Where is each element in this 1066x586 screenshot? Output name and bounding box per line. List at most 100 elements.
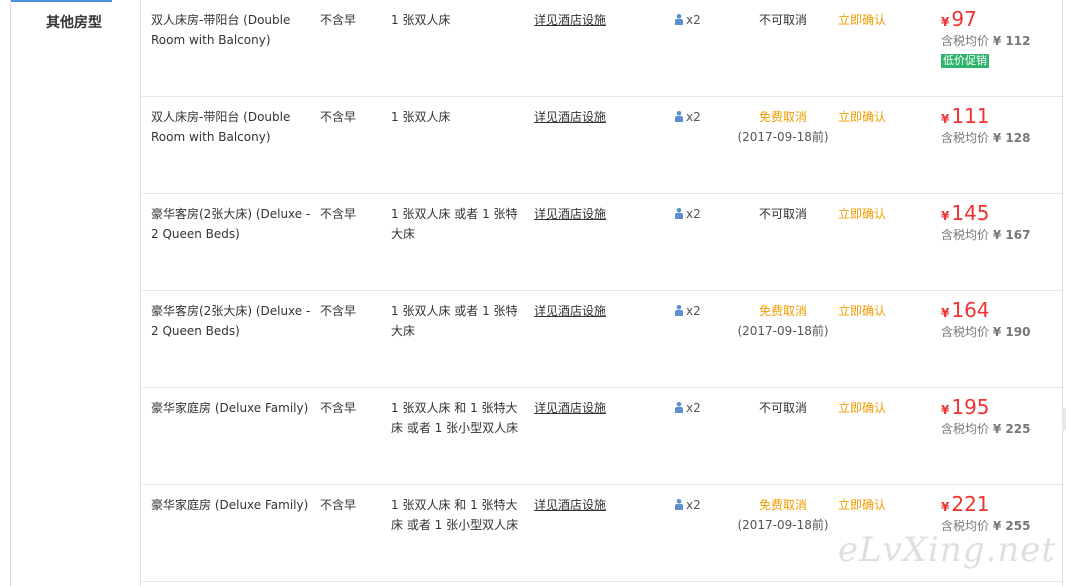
price-block: ¥221 含税均价 ¥ 255 <box>941 491 1059 535</box>
hotel-facilities-link[interactable]: 详见酒店设施 <box>534 401 606 415</box>
hotel-facilities-link[interactable]: 详见酒店设施 <box>534 304 606 318</box>
instant-confirm: 立即确认 <box>838 401 887 415</box>
cancel-status: 免费取消 <box>758 498 807 512</box>
occupancy: x2 <box>675 107 701 127</box>
top-accent-bar <box>10 0 112 2</box>
price-block: ¥97 含税均价 ¥ 112 低价促销 <box>941 6 1059 70</box>
currency-symbol: ¥ <box>941 306 950 320</box>
occupancy-count: x2 <box>686 401 701 415</box>
price-block: ¥164 含税均价 ¥ 190 <box>941 297 1059 341</box>
bed-type: 1 张双人床 <box>391 110 451 124</box>
watermark: eLvXing.net <box>837 530 1056 570</box>
occupancy-count: x2 <box>686 110 701 124</box>
cancel-policy: 不可取消 <box>731 398 835 418</box>
room-name: 豪华客房(2张大床) (Deluxe - 2 Queen Beds) <box>151 304 311 338</box>
instant-confirm: 立即确认 <box>838 304 887 318</box>
currency-symbol: ¥ <box>941 500 950 514</box>
cancel-policy: 免费取消 (2017-09-18前) <box>731 107 835 147</box>
cancel-policy: 不可取消 <box>731 204 835 224</box>
cancel-deadline: (2017-09-18前) <box>737 130 829 144</box>
person-icon <box>675 402 683 413</box>
hotel-facilities-link[interactable]: 详见酒店设施 <box>534 498 606 512</box>
cancel-policy: 不可取消 <box>731 10 835 30</box>
room-name: 豪华家庭房 (Deluxe Family) <box>151 401 309 415</box>
currency-symbol: ¥ <box>941 403 950 417</box>
bed-type: 1 张双人床 <box>391 13 451 27</box>
facility-cell: 详见酒店设施 <box>534 10 606 30</box>
room-category-label: 其他房型 <box>46 15 102 31</box>
currency-symbol: ¥ <box>941 209 950 223</box>
tax-inclusive-price: 含税均价 ¥ 167 <box>941 228 1031 242</box>
scrollbar-thumb[interactable] <box>1062 408 1066 430</box>
room-name: 豪华家庭房 (Deluxe Family) <box>151 498 309 512</box>
occupancy-count: x2 <box>686 304 701 318</box>
price-amount: 195 <box>951 395 990 419</box>
tax-inclusive-price: 含税均价 ¥ 112 <box>941 34 1031 48</box>
person-icon <box>675 208 683 219</box>
breakfast-info: 不含早 <box>320 304 357 318</box>
price-amount: 97 <box>951 7 977 31</box>
bed-type: 1 张双人床 或者 1 张特大床 <box>391 207 518 241</box>
occupancy: x2 <box>675 398 701 418</box>
breakfast-info: 不含早 <box>320 110 357 124</box>
bed-type: 1 张双人床 或者 1 张特大床 <box>391 304 518 338</box>
occupancy: x2 <box>675 495 701 515</box>
bed-type: 1 张双人床 和 1 张特大床 或者 1 张小型双人床 <box>391 498 519 532</box>
hotel-facilities-link[interactable]: 详见酒店设施 <box>534 13 606 27</box>
room-row: 豪华客房(2张大床) (Deluxe - 2 Queen Beds) 不含早 1… <box>141 291 1062 388</box>
price-block: ¥111 含税均价 ¥ 128 <box>941 103 1059 147</box>
price-amount: 221 <box>951 492 990 516</box>
instant-confirm: 立即确认 <box>838 110 887 124</box>
breakfast-info: 不含早 <box>320 401 357 415</box>
cancel-deadline: (2017-09-18前) <box>737 518 829 532</box>
cancel-policy: 免费取消 (2017-09-18前) <box>731 495 835 535</box>
person-icon <box>675 305 683 316</box>
breakfast-info: 不含早 <box>320 207 357 221</box>
person-icon <box>675 14 683 25</box>
room-row: 豪华家庭房 (Deluxe Family) 不含早 1 张双人床 和 1 张特大… <box>141 388 1062 485</box>
instant-confirm: 立即确认 <box>838 13 887 27</box>
facility-cell: 详见酒店设施 <box>534 301 606 321</box>
occupancy-count: x2 <box>686 207 701 221</box>
price-block: ¥195 含税均价 ¥ 225 <box>941 394 1059 438</box>
room-row: 双人床房-带阳台 (Double Room with Balcony) 不含早 … <box>141 97 1062 194</box>
facility-cell: 详见酒店设施 <box>534 204 606 224</box>
room-row: 双人床房-带阳台 (Double Room with Balcony) 不含早 … <box>141 0 1062 97</box>
room-name: 双人床房-带阳台 (Double Room with Balcony) <box>151 13 291 47</box>
currency-symbol: ¥ <box>941 15 950 29</box>
cancel-policy: 免费取消 (2017-09-18前) <box>731 301 835 341</box>
room-name: 豪华客房(2张大床) (Deluxe - 2 Queen Beds) <box>151 207 311 241</box>
hotel-facilities-link[interactable]: 详见酒店设施 <box>534 207 606 221</box>
tax-inclusive-price: 含税均价 ¥ 190 <box>941 325 1031 339</box>
cancel-status: 免费取消 <box>758 304 807 318</box>
occupancy: x2 <box>675 204 701 224</box>
instant-confirm: 立即确认 <box>838 498 887 512</box>
bed-type: 1 张双人床 和 1 张特大床 或者 1 张小型双人床 <box>391 401 519 435</box>
frame-border-right <box>1062 0 1063 586</box>
occupancy: x2 <box>675 301 701 321</box>
tax-inclusive-price: 含税均价 ¥ 225 <box>941 422 1031 436</box>
price-block: ¥145 含税均价 ¥ 167 <box>941 200 1059 244</box>
promo-badge: 低价促销 <box>941 54 989 68</box>
cancel-status: 不可取消 <box>758 13 807 27</box>
facility-cell: 详见酒店设施 <box>534 495 606 515</box>
facility-cell: 详见酒店设施 <box>534 107 606 127</box>
price-amount: 111 <box>951 104 990 128</box>
person-icon <box>675 111 683 122</box>
hotel-facilities-link[interactable]: 详见酒店设施 <box>534 110 606 124</box>
breakfast-info: 不含早 <box>320 13 357 27</box>
occupancy: x2 <box>675 10 701 30</box>
facility-cell: 详见酒店设施 <box>534 398 606 418</box>
instant-confirm: 立即确认 <box>838 207 887 221</box>
cancel-deadline: (2017-09-18前) <box>737 324 829 338</box>
cancel-status: 不可取消 <box>758 401 807 415</box>
cancel-status: 免费取消 <box>758 110 807 124</box>
occupancy-count: x2 <box>686 13 701 27</box>
person-icon <box>675 499 683 510</box>
occupancy-count: x2 <box>686 498 701 512</box>
room-name: 双人床房-带阳台 (Double Room with Balcony) <box>151 110 291 144</box>
price-amount: 145 <box>951 201 990 225</box>
currency-symbol: ¥ <box>941 112 950 126</box>
tax-inclusive-price: 含税均价 ¥ 128 <box>941 131 1031 145</box>
price-amount: 164 <box>951 298 990 322</box>
